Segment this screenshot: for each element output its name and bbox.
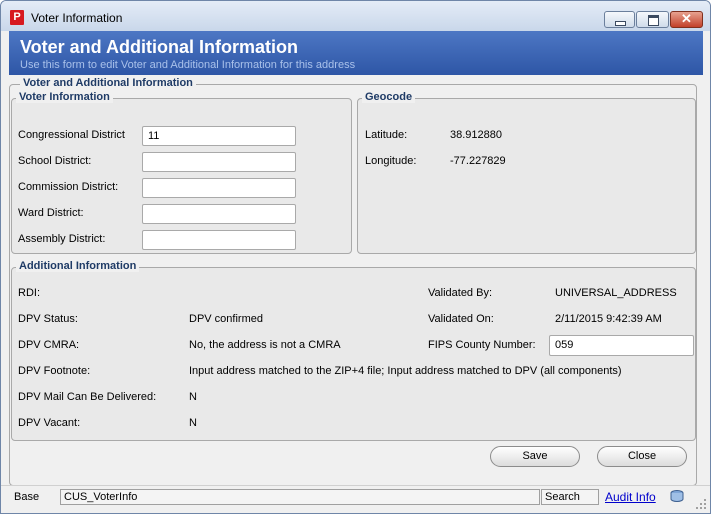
title-bar: P Voter Information ✕ bbox=[1, 1, 710, 31]
ward-district-label: Ward District: bbox=[18, 207, 84, 219]
assembly-district-label: Assembly District: bbox=[18, 233, 106, 245]
dpv-vacant-value: N bbox=[189, 417, 197, 429]
validated-by-value: UNIVERSAL_ADDRESS bbox=[555, 287, 677, 299]
rdi-label: RDI: bbox=[18, 287, 40, 299]
voter-information-window: P Voter Information ✕ Voter and Addition… bbox=[0, 0, 711, 514]
latitude-value: 38.912880 bbox=[450, 129, 502, 141]
maximize-icon bbox=[648, 15, 659, 26]
base-label: Base bbox=[14, 491, 40, 503]
close-icon: ✕ bbox=[681, 11, 692, 26]
additional-information-group: Additional Information RDI: DPV Status: … bbox=[11, 260, 696, 441]
app-logo-icon: P bbox=[10, 10, 24, 25]
validated-on-value: 2/11/2015 9:42:39 AM bbox=[555, 313, 662, 325]
assembly-district-field[interactable] bbox=[142, 230, 296, 250]
main-group-legend: Voter and Additional Information bbox=[20, 77, 196, 89]
database-icon[interactable] bbox=[669, 489, 685, 503]
dpv-mail-label: DPV Mail Can Be Delivered: bbox=[18, 391, 157, 403]
validated-on-label: Validated On: bbox=[428, 313, 494, 325]
resize-grip-icon[interactable] bbox=[695, 498, 707, 510]
additional-information-legend: Additional Information bbox=[16, 260, 140, 272]
congressional-district-field[interactable]: 11 bbox=[142, 126, 296, 146]
latitude-label: Latitude: bbox=[365, 129, 408, 141]
congressional-district-label: Congressional District bbox=[18, 129, 125, 141]
dpv-cmra-value: No, the address is not a CMRA bbox=[189, 339, 341, 351]
minimize-icon bbox=[615, 21, 626, 26]
longitude-value: -77.227829 bbox=[450, 155, 506, 167]
window-title: Voter Information bbox=[31, 11, 123, 25]
form-title: Voter and Additional Information bbox=[20, 37, 298, 57]
commission-district-field[interactable] bbox=[142, 178, 296, 198]
fips-county-field[interactable]: 059 bbox=[549, 335, 694, 356]
voter-information-group: Voter Information Congressional District… bbox=[11, 91, 352, 254]
minimize-button[interactable] bbox=[604, 11, 635, 28]
dpv-status-value: DPV confirmed bbox=[189, 313, 263, 325]
form-subtitle: Use this form to edit Voter and Addition… bbox=[20, 59, 356, 71]
fips-county-label: FIPS County Number: bbox=[428, 339, 536, 351]
save-button[interactable]: Save bbox=[490, 446, 580, 467]
dpv-footnote-label: DPV Footnote: bbox=[18, 365, 91, 377]
audit-info-link[interactable]: Audit Info bbox=[605, 490, 656, 504]
dpv-vacant-label: DPV Vacant: bbox=[18, 417, 81, 429]
maximize-button[interactable] bbox=[636, 11, 669, 28]
voter-additional-group: Voter and Additional Information Voter I… bbox=[9, 77, 697, 486]
status-bar: Base CUS_VoterInfo Search Audit Info bbox=[1, 485, 710, 513]
dpv-cmra-label: DPV CMRA: bbox=[18, 339, 80, 351]
longitude-label: Longitude: bbox=[365, 155, 417, 167]
school-district-label: School District: bbox=[18, 155, 92, 167]
window-close-button[interactable]: ✕ bbox=[670, 11, 703, 28]
validated-by-label: Validated By: bbox=[428, 287, 493, 299]
close-button[interactable]: Close bbox=[597, 446, 687, 467]
voter-information-legend: Voter Information bbox=[16, 91, 113, 103]
form-name-field: CUS_VoterInfo bbox=[60, 489, 540, 505]
dpv-mail-value: N bbox=[189, 391, 197, 403]
form-header: Voter and Additional Information Use thi… bbox=[9, 31, 703, 75]
commission-district-label: Commission District: bbox=[18, 181, 119, 193]
school-district-field[interactable] bbox=[142, 152, 296, 172]
geocode-group: Geocode Latitude: 38.912880 Longitude: -… bbox=[357, 91, 696, 254]
dpv-footnote-value: Input address matched to the ZIP+4 file;… bbox=[189, 365, 622, 377]
search-button[interactable]: Search bbox=[541, 489, 599, 505]
geocode-legend: Geocode bbox=[362, 91, 416, 103]
ward-district-field[interactable] bbox=[142, 204, 296, 224]
dpv-status-label: DPV Status: bbox=[18, 313, 78, 325]
